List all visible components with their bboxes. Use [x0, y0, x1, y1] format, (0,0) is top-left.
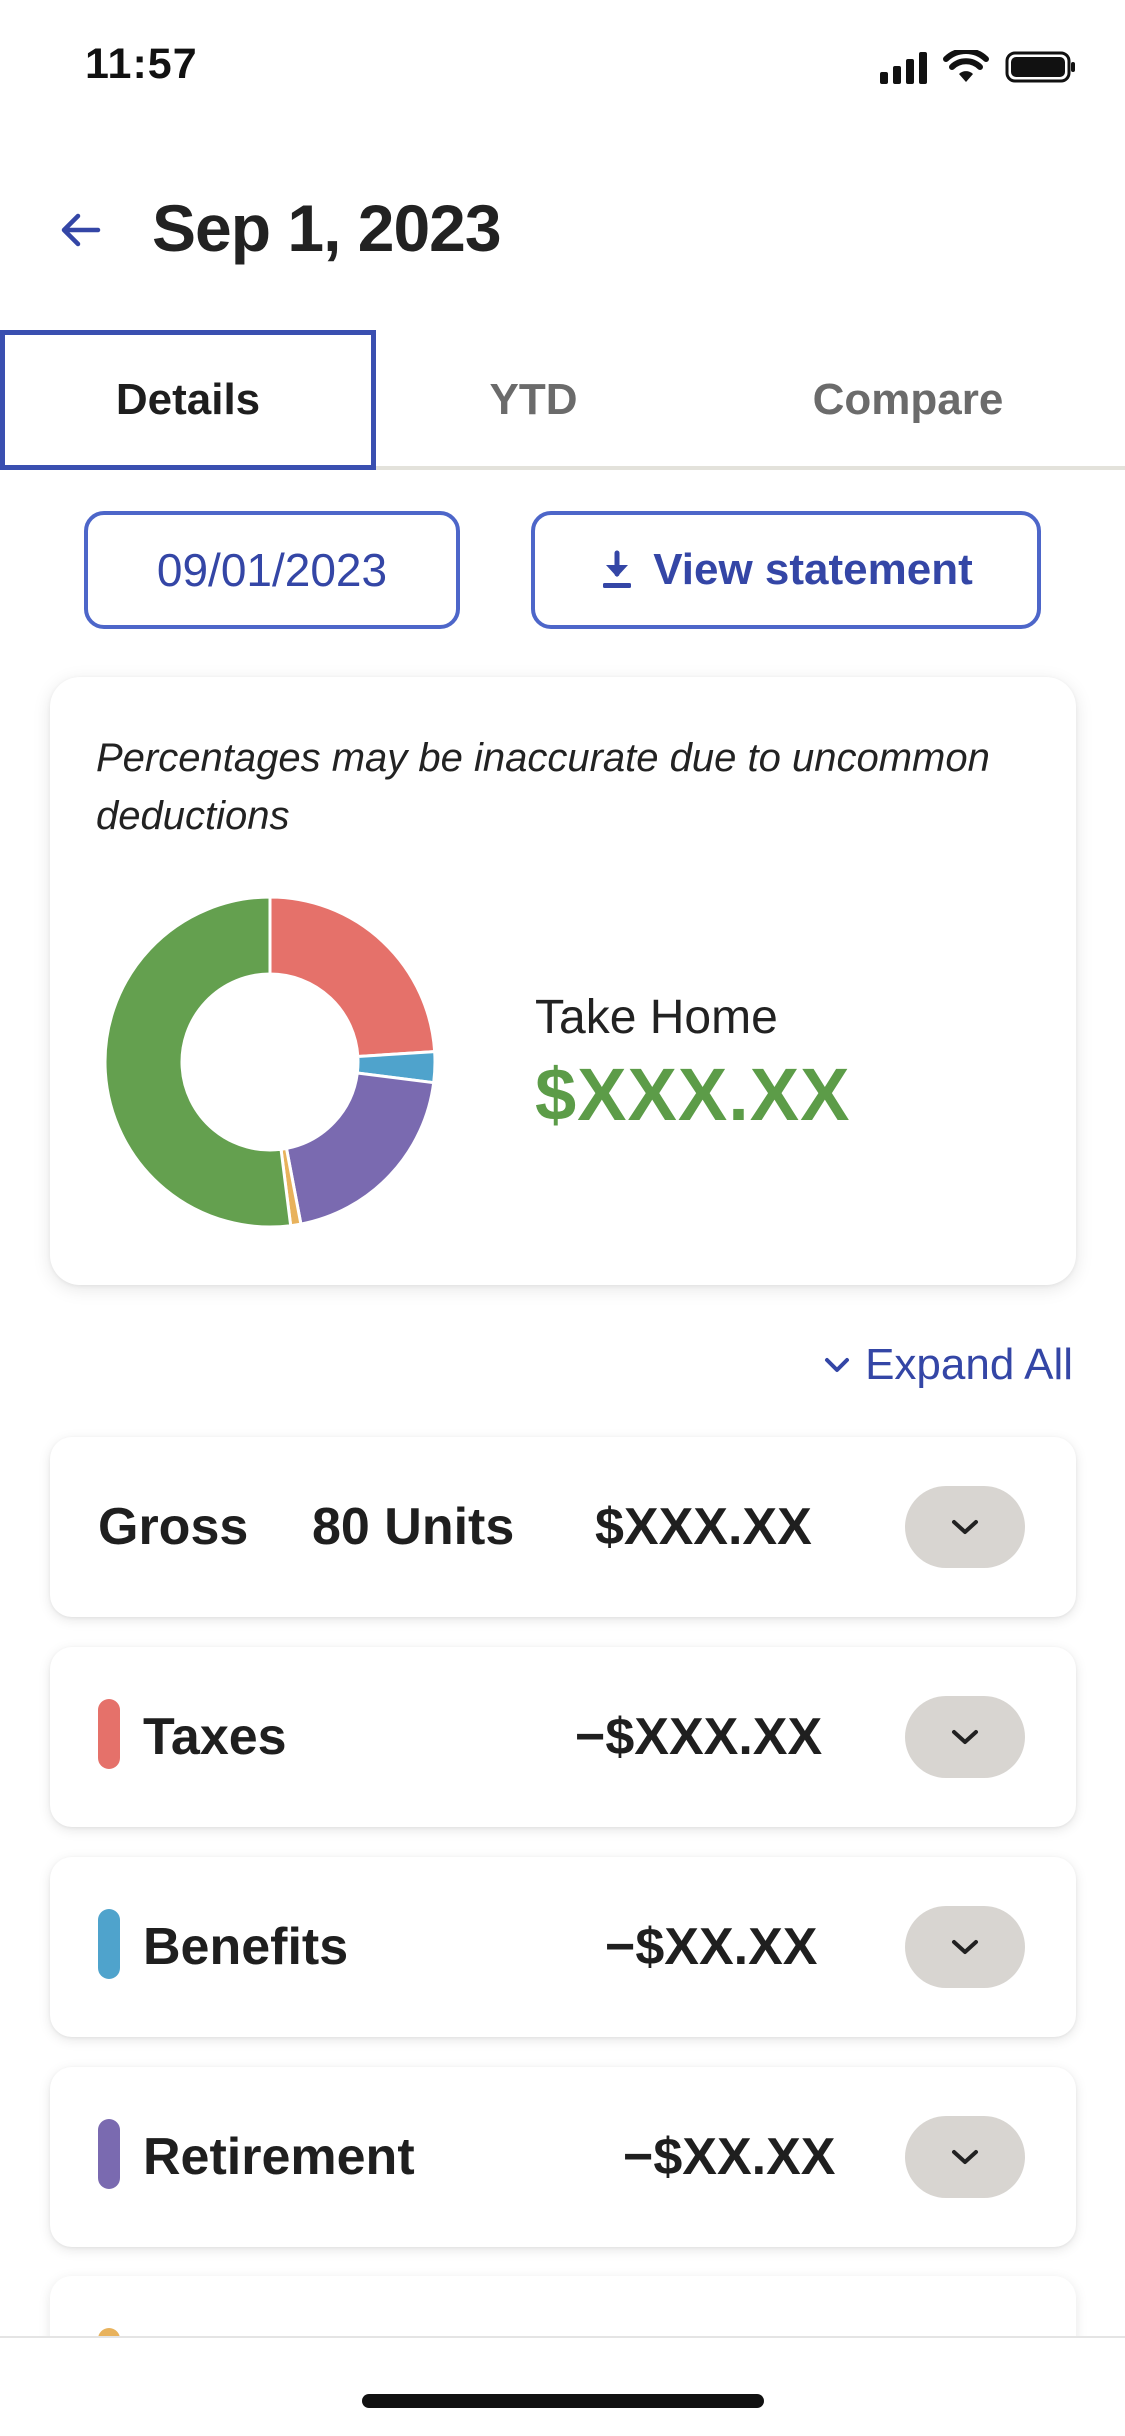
gross-row[interactable]: Gross 80 Units $XXX.XX [50, 1437, 1076, 1617]
gross-amount: $XXX.XX [595, 1498, 812, 1556]
arrow-left-icon [61, 213, 101, 247]
gross-expand-button[interactable] [905, 1486, 1025, 1568]
expand-all-button[interactable]: Expand All [823, 1340, 1073, 1390]
benefits-label: Benefits [143, 1918, 349, 1976]
taxes-expand-button[interactable] [905, 1696, 1025, 1778]
chevron-down-icon [952, 1730, 978, 1744]
gross-label: Gross [98, 1498, 249, 1556]
retirement-expand-button[interactable] [905, 2116, 1025, 2198]
retirement-amount: −$XX.XX [623, 2128, 836, 2186]
benefits-color-swatch [98, 1909, 120, 1979]
summary-card: Percentages may be inaccurate due to unc… [50, 677, 1076, 1285]
date-select-button[interactable]: 09/01/2023 [84, 511, 460, 629]
benefits-amount: −$XX.XX [605, 1918, 818, 1976]
tab-ytd[interactable]: YTD [376, 330, 691, 470]
donut-slice-retirement [284, 1071, 436, 1226]
pay-breakdown-donut [103, 895, 437, 1229]
view-statement-button[interactable]: View statement [531, 511, 1041, 629]
back-button[interactable] [50, 200, 110, 260]
tab-details[interactable]: Details [0, 330, 376, 470]
bottom-safe-area [0, 2336, 1125, 2436]
expand-all-label: Expand All [865, 1340, 1073, 1389]
accuracy-note: Percentages may be inaccurate due to unc… [96, 736, 990, 838]
take-home-label: Take Home [535, 991, 778, 1044]
take-home-value: $XXX.XX [535, 1053, 851, 1136]
donut-slice-taxes [268, 895, 437, 1059]
view-statement-label: View statement [653, 545, 973, 594]
retirement-color-swatch [98, 2119, 120, 2189]
tab-bar: Details YTD Compare [0, 330, 1125, 470]
download-icon [603, 550, 632, 588]
page-title: Sep 1, 2023 [152, 191, 502, 265]
taxes-row[interactable]: Taxes −$XXX.XX [50, 1647, 1076, 1827]
status-icons [880, 50, 1077, 84]
chevron-down-icon [952, 1940, 978, 1954]
cellular-signal-icon [880, 50, 927, 84]
battery-icon [1005, 51, 1075, 83]
retirement-row[interactable]: Retirement −$XX.XX [50, 2067, 1076, 2247]
chevron-down-icon [825, 1358, 850, 1372]
tab-compare[interactable]: Compare [691, 330, 1125, 470]
benefits-expand-button[interactable] [905, 1906, 1025, 1988]
header: Sep 1, 2023 [0, 170, 1125, 290]
taxes-label: Taxes [143, 1708, 287, 1766]
home-indicator[interactable] [362, 2394, 764, 2408]
donut-slice-take-home [103, 895, 293, 1229]
retirement-label: Retirement [143, 2128, 415, 2186]
status-bar: 11:57 [0, 0, 1125, 140]
gross-units: 80 Units [312, 1498, 515, 1556]
chevron-down-icon [952, 2150, 978, 2164]
chevron-down-icon [952, 1520, 978, 1534]
taxes-amount: −$XXX.XX [575, 1708, 823, 1766]
status-time: 11:57 [85, 40, 198, 88]
wifi-icon [943, 50, 989, 82]
taxes-color-swatch [98, 1699, 120, 1769]
benefits-row[interactable]: Benefits −$XX.XX [50, 1857, 1076, 2037]
